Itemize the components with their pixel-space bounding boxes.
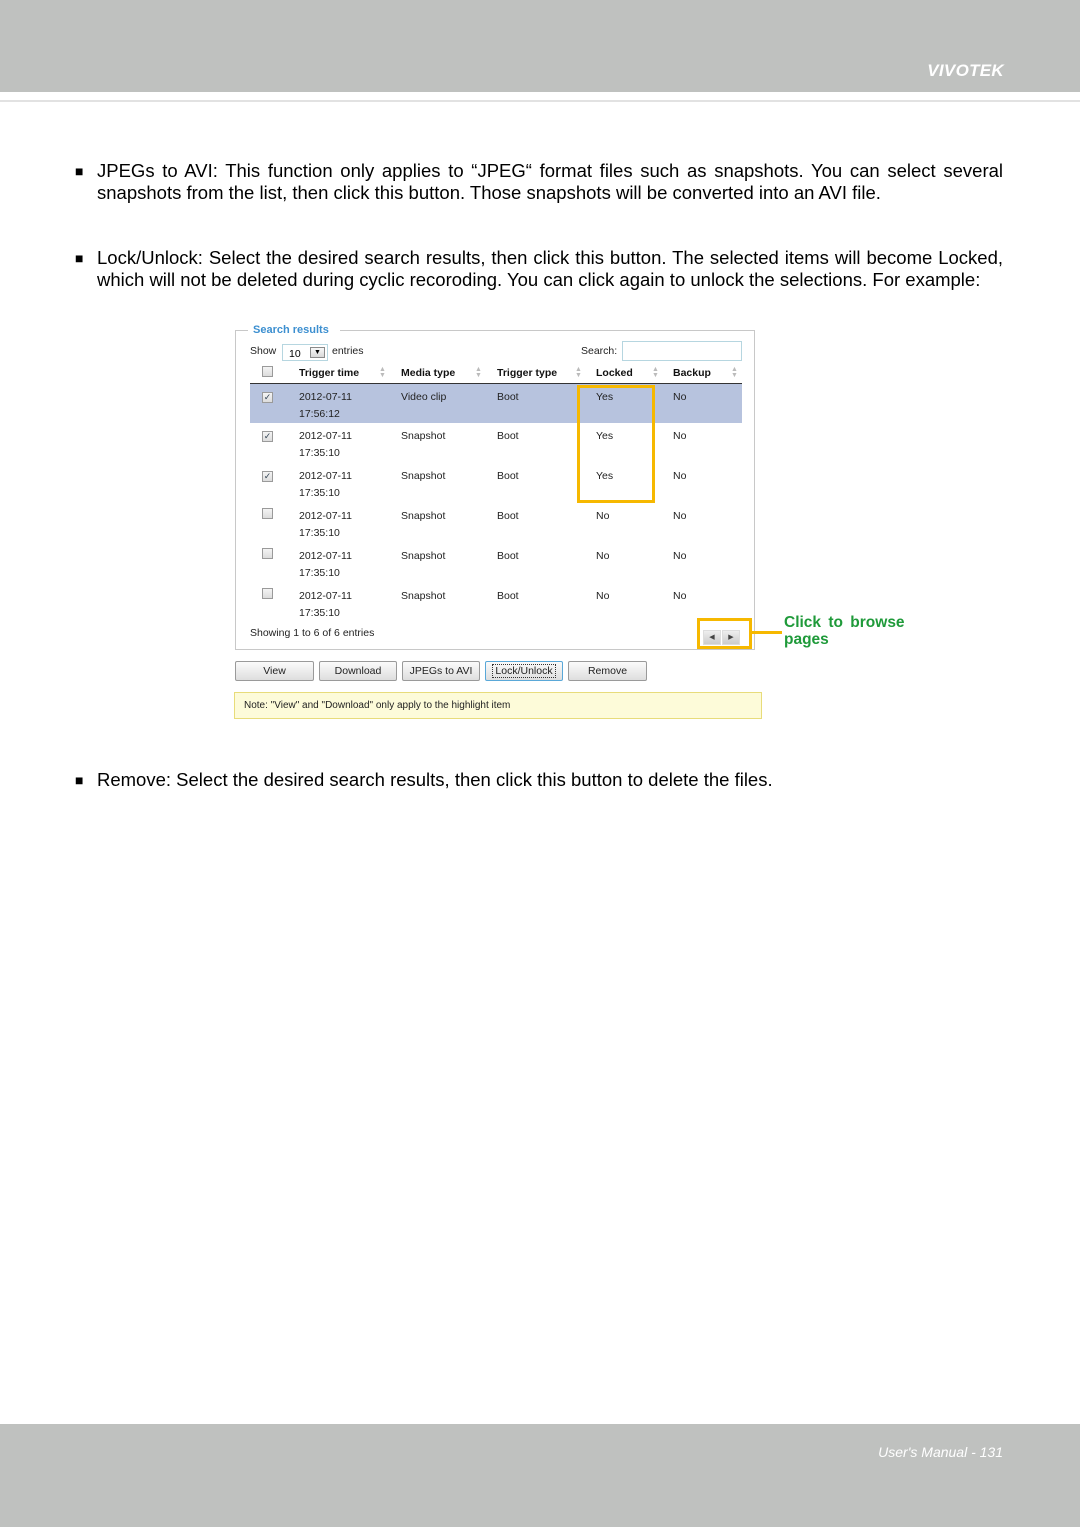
search-results-panel: Search results Show 10 ▼ entries Search:… xyxy=(235,324,755,650)
row-checkbox[interactable] xyxy=(262,508,273,519)
entries-per-page-select[interactable]: 10 ▼ xyxy=(282,344,328,361)
search-input[interactable] xyxy=(622,341,742,361)
table-row[interactable]: ✓ 2012-07-11 17:35:10 Snapshot Boot Yes N… xyxy=(250,423,742,463)
trigger-time-cell: 2012-07-11 17:35:10 xyxy=(299,470,352,499)
backup-cell: No xyxy=(673,590,687,602)
select-all-header xyxy=(250,363,299,384)
paragraph-text: Lock/Unlock: Select the desired search r… xyxy=(97,247,1003,290)
browse-pages-callout: Click to browse pages xyxy=(784,614,905,648)
table-row[interactable]: ✓ 2012-07-11 17:35:10 Snapshot Boot Yes N… xyxy=(250,463,742,503)
locked-cell: No xyxy=(596,510,610,522)
backup-cell: No xyxy=(673,550,687,562)
paragraph-remove: ■ Remove: Select the desired search resu… xyxy=(75,769,1003,791)
entries-value: 10 xyxy=(289,348,301,360)
trigger-type-cell: Boot xyxy=(497,590,519,602)
sort-icon[interactable]: ▲ ▼ xyxy=(379,366,386,379)
bullet-icon: ■ xyxy=(75,772,84,788)
bullet-icon: ■ xyxy=(75,250,84,266)
media-type-cell: Video clip xyxy=(401,383,497,423)
row-checkbox[interactable]: ✓ xyxy=(262,391,273,403)
locked-cell: No xyxy=(596,590,610,602)
column-header-backup[interactable]: Backup ▲ ▼ xyxy=(673,363,742,384)
media-type-cell: Snapshot xyxy=(401,590,446,602)
trigger-time-cell: 2012-07-11 17:35:10 xyxy=(299,550,352,579)
paragraph-lock-unlock: ■ Lock/Unlock: Select the desired search… xyxy=(75,247,1003,291)
row-checkbox[interactable] xyxy=(262,548,273,559)
chevron-down-icon[interactable]: ▼ xyxy=(310,347,325,358)
showing-info: Showing 1 to 6 of 6 entries xyxy=(250,627,375,639)
jpegs-to-avi-button[interactable]: JPEGs to AVI xyxy=(402,661,480,681)
trigger-type-cell: Boot xyxy=(497,550,519,562)
page-footer: User's Manual - 131 xyxy=(0,1424,1080,1527)
sort-icon[interactable]: ▲ ▼ xyxy=(475,366,482,379)
results-table: Trigger time ▲ ▼ Media type ▲ ▼ Trigger type… xyxy=(250,363,742,623)
trigger-time-cell: 2012-07-11 17:56:12 xyxy=(299,383,401,423)
select-all-checkbox[interactable] xyxy=(262,365,273,377)
trigger-time-cell: 2012-07-11 17:35:10 xyxy=(299,510,352,539)
remove-button[interactable]: Remove xyxy=(568,661,647,681)
table-row[interactable]: ✓ 2012-07-11 17:56:12 Video clip Boot Yes… xyxy=(250,383,742,423)
media-type-cell: Snapshot xyxy=(401,430,446,442)
trigger-time-cell: 2012-07-11 17:35:10 xyxy=(299,430,352,459)
locked-cell: No xyxy=(596,550,610,562)
page-number: User's Manual - 131 xyxy=(878,1444,1003,1460)
entries-label: entries xyxy=(332,345,364,357)
backup-cell: No xyxy=(673,430,687,442)
show-label: Show xyxy=(250,345,277,357)
sort-icon[interactable]: ▲ ▼ xyxy=(731,366,738,379)
row-checkbox[interactable]: ✓ xyxy=(262,431,273,442)
trigger-type-cell: Boot xyxy=(497,510,519,522)
download-button[interactable]: Download xyxy=(319,661,397,681)
paragraph-jpegs-to-avi: ■ JPEGs to AVI: This function only appli… xyxy=(75,160,1003,204)
column-header-trigger-time[interactable]: Trigger time ▲ ▼ xyxy=(299,363,401,384)
bullet-icon: ■ xyxy=(75,163,84,179)
row-checkbox[interactable]: ✓ xyxy=(262,471,273,482)
column-header-locked[interactable]: Locked ▲ ▼ xyxy=(596,363,673,384)
paragraph-text: JPEGs to AVI: This function only applies… xyxy=(97,160,1003,203)
table-row[interactable]: 2012-07-11 17:35:10 Snapshot Boot No No xyxy=(250,503,742,543)
panel-title: Search results xyxy=(253,324,329,336)
pager-highlight xyxy=(697,618,752,649)
search-label: Search: xyxy=(581,345,618,357)
view-button[interactable]: View xyxy=(235,661,314,681)
media-type-cell: Snapshot xyxy=(401,510,446,522)
table-row[interactable]: 2012-07-11 17:35:10 Snapshot Boot No No xyxy=(250,543,742,583)
row-checkbox[interactable] xyxy=(262,588,273,599)
paragraph-text: Remove: Select the desired search result… xyxy=(97,769,773,790)
lock-unlock-button[interactable]: Lock/Unlock xyxy=(485,661,563,681)
page-header: VIVOTEK xyxy=(0,0,1080,92)
panel-border xyxy=(340,330,754,331)
trigger-time-cell: 2012-07-11 17:35:10 xyxy=(299,590,352,619)
media-type-cell: Snapshot xyxy=(401,550,446,562)
brand-logo: VIVOTEK xyxy=(927,61,1004,80)
sort-icon[interactable]: ▲ ▼ xyxy=(575,366,582,379)
locked-column-highlight xyxy=(577,385,655,503)
media-type-cell: Snapshot xyxy=(401,470,446,482)
callout-connector xyxy=(752,631,782,634)
backup-cell: No xyxy=(673,510,687,522)
table-row[interactable]: 2012-07-11 17:35:10 Snapshot Boot No No xyxy=(250,583,742,623)
column-header-media-type[interactable]: Media type ▲ ▼ xyxy=(401,363,497,384)
backup-cell: No xyxy=(673,470,687,482)
note-box: Note: "View" and "Download" only apply t… xyxy=(234,692,762,719)
header-divider xyxy=(0,100,1080,102)
backup-cell: No xyxy=(673,383,742,423)
sort-icon[interactable]: ▲ ▼ xyxy=(652,366,659,379)
column-header-trigger-type[interactable]: Trigger type ▲ ▼ xyxy=(497,363,596,384)
table-header-row: Trigger time ▲ ▼ Media type ▲ ▼ Trigger type… xyxy=(250,363,742,384)
panel-border xyxy=(236,330,248,331)
